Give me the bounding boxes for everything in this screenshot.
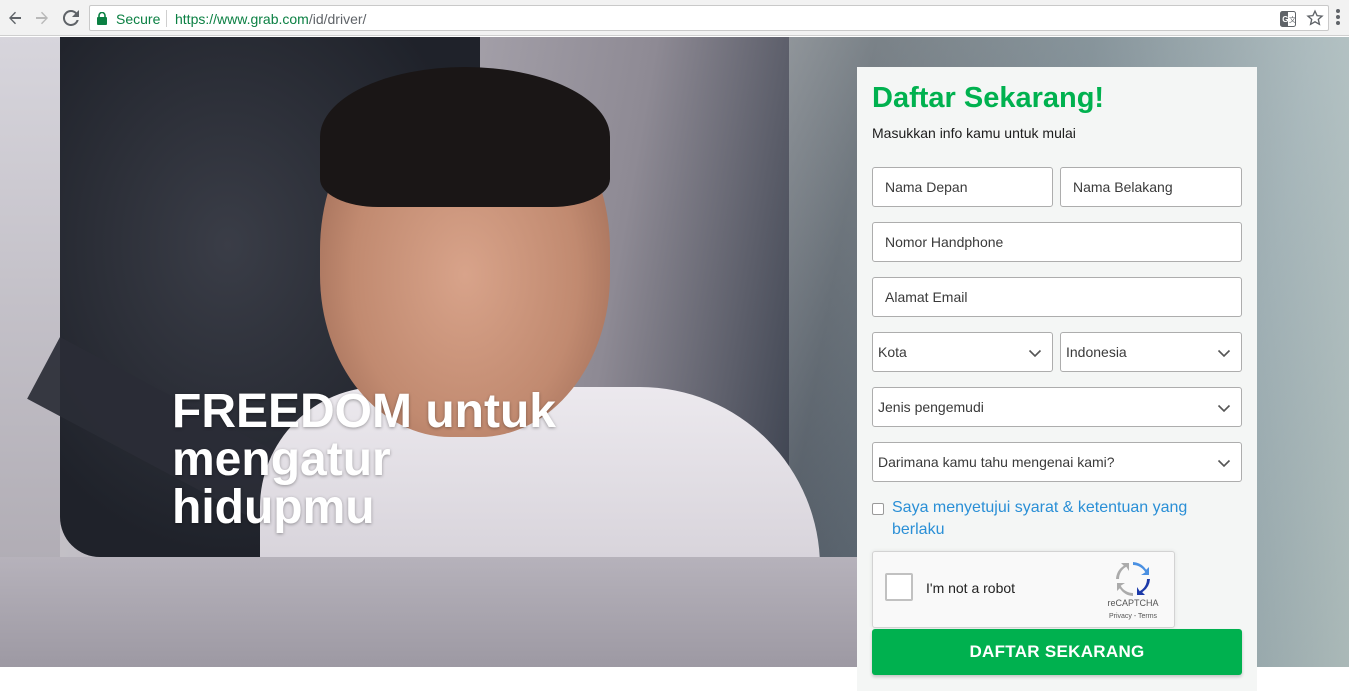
browser-toolbar: Secure https://www.grab.com/id/driver/ G… <box>0 0 1349 36</box>
recaptcha-widget: I'm not a robot reCAPTCHA Privacy - Term… <box>872 551 1175 628</box>
headline-line-1: FREEDOM untuk <box>172 385 556 438</box>
form-title: Daftar Sekarang! <box>872 82 1105 114</box>
last-name-field[interactable]: Nama Belakang <box>1060 167 1242 207</box>
translate-icon[interactable]: G文 <box>1280 11 1296 27</box>
svg-text:文: 文 <box>1289 15 1296 24</box>
url-text[interactable]: https://www.grab.com/id/driver/ <box>175 11 366 27</box>
phone-placeholder: Nomor Handphone <box>885 234 1004 250</box>
recaptcha-logo-icon <box>1116 562 1150 596</box>
referral-select[interactable]: Darimana kamu tahu mengenai kami? <box>872 442 1242 482</box>
last-name-placeholder: Nama Belakang <box>1073 179 1173 195</box>
chevron-down-icon <box>1217 349 1231 358</box>
recaptcha-brand: reCAPTCHA <box>1107 598 1159 608</box>
terms-link[interactable]: Saya menyetujui syarat & ketentuan yang … <box>892 497 1212 541</box>
forward-button[interactable] <box>31 7 53 29</box>
secure-label: Secure <box>116 11 161 27</box>
recaptcha-privacy-terms[interactable]: Privacy - Terms <box>1098 613 1168 620</box>
reload-icon <box>63 10 79 26</box>
recaptcha-checkbox[interactable] <box>885 573 913 601</box>
headline-line-3: hidupmu <box>172 481 375 534</box>
url-path: /id/driver/ <box>308 11 367 27</box>
country-select[interactable]: Indonesia <box>1060 332 1242 372</box>
registration-form: Daftar Sekarang! Masukkan info kamu untu… <box>857 67 1257 691</box>
email-field[interactable]: Alamat Email <box>872 277 1242 317</box>
reload-button[interactable] <box>60 7 82 29</box>
hero-driver-hair <box>320 67 610 207</box>
url-origin: https://www.grab.com <box>175 11 309 27</box>
back-button[interactable] <box>4 7 26 29</box>
chevron-down-icon <box>1217 459 1231 468</box>
city-select[interactable]: Kota <box>872 332 1053 372</box>
form-subtitle: Masukkan info kamu untuk mulai <box>872 125 1076 141</box>
email-placeholder: Alamat Email <box>885 289 968 305</box>
first-name-placeholder: Nama Depan <box>885 179 968 195</box>
forward-arrow-icon <box>36 11 48 25</box>
city-select-value: Kota <box>878 344 907 360</box>
menu-dots-icon[interactable] <box>1336 9 1342 27</box>
referral-select-value: Darimana kamu tahu mengenai kami? <box>878 454 1115 470</box>
country-select-value: Indonesia <box>1066 344 1127 360</box>
svg-text:G: G <box>1282 15 1288 24</box>
first-name-field[interactable]: Nama Depan <box>872 167 1053 207</box>
back-arrow-icon <box>9 11 21 25</box>
chevron-down-icon <box>1217 404 1231 413</box>
hero-headline: FREEDOM untuk mengatur hidupmu <box>172 388 632 532</box>
chevron-down-icon <box>1028 349 1042 358</box>
recaptcha-label: I'm not a robot <box>926 580 1016 596</box>
terms-checkbox[interactable] <box>872 503 884 515</box>
register-submit-button[interactable]: DAFTAR SEKARANG <box>872 629 1242 675</box>
driver-type-select[interactable]: Jenis pengemudi <box>872 387 1242 427</box>
address-bar[interactable]: Secure https://www.grab.com/id/driver/ G… <box>89 5 1329 31</box>
star-icon[interactable] <box>1306 9 1324 27</box>
hero-car-door <box>0 557 860 667</box>
headline-line-2: mengatur <box>172 433 391 486</box>
phone-field[interactable]: Nomor Handphone <box>872 222 1242 262</box>
lock-icon <box>97 12 107 25</box>
address-separator <box>166 10 167 27</box>
driver-type-select-value: Jenis pengemudi <box>878 399 984 415</box>
